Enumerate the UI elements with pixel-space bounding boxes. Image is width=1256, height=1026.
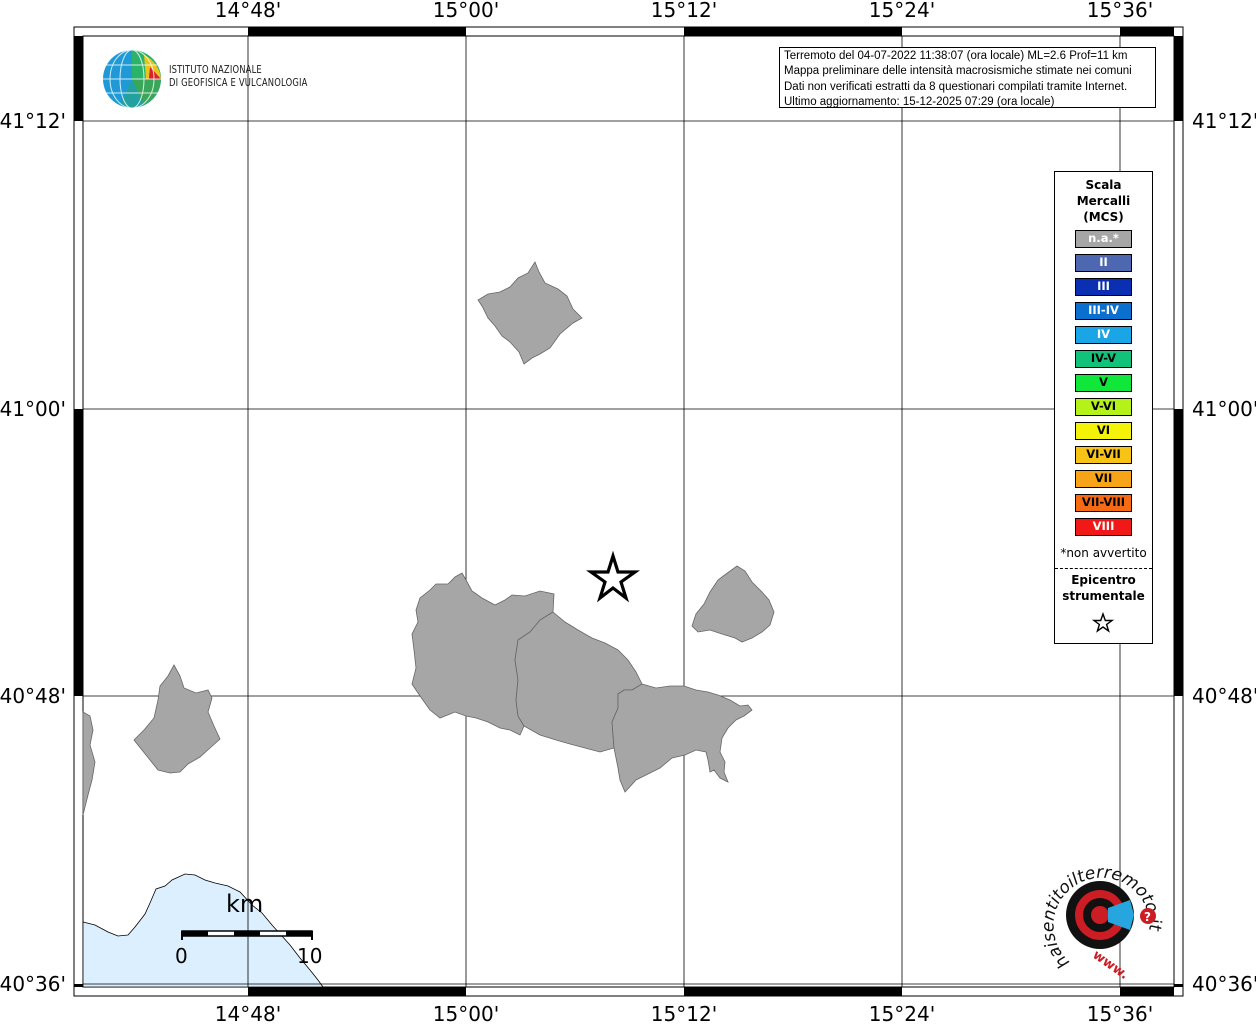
svg-text:?: ? — [1144, 910, 1151, 924]
scale-max-label: 10 — [297, 944, 323, 968]
ingv-name: ISTITUTO NAZIONALE DI GEOFISICA E VULCAN… — [169, 64, 308, 90]
event-info-box: Terremoto del 04-07-2022 11:38:07 (ora l… — [779, 47, 1156, 108]
lon-label-bottom: 14°48' — [214, 1002, 282, 1026]
lat-label-left: 41°00' — [0, 397, 66, 421]
ingv-name-line1: ISTITUTO NAZIONALE — [169, 64, 262, 76]
scale-min-label: 0 — [175, 944, 188, 968]
lat-label-left: 40°48' — [0, 684, 66, 708]
legend-swatch: IV-V — [1075, 350, 1132, 368]
legend-epicenter-line1: Epicentro — [1071, 573, 1136, 587]
legend-swatch: VI — [1075, 422, 1132, 440]
island-edge — [82, 711, 96, 816]
legend-swatch: VIII — [1075, 518, 1132, 536]
main-island-east — [611, 683, 753, 793]
lat-label-left: 41°12' — [0, 109, 66, 133]
legend-swatch: VII — [1075, 470, 1132, 488]
legend-swatch: IV — [1075, 326, 1132, 344]
lat-label-left: 40°36' — [0, 972, 66, 996]
legend-star-icon — [1092, 612, 1114, 633]
legend-swatch: III — [1075, 278, 1132, 296]
legend-divider — [1055, 568, 1152, 569]
lat-label-right: 41°12' — [1192, 109, 1256, 133]
legend-swatch: VI-VII — [1075, 446, 1132, 464]
haisentito-logo[interactable]: haisentitoilterremoto.it www. ? — [1030, 850, 1170, 980]
lon-label-bottom: 15°00' — [432, 1002, 500, 1026]
island-west — [133, 664, 221, 774]
event-info-line3: Dati non verificati estratti da 8 questi… — [784, 80, 1128, 93]
legend-swatch: II — [1075, 254, 1132, 272]
lon-label-top: 15°12' — [650, 0, 718, 22]
lon-label-top: 15°36' — [1086, 0, 1154, 22]
island-north — [477, 261, 583, 365]
graticule — [83, 36, 1174, 987]
map-frame-inner — [82, 35, 1175, 988]
lon-label-top: 15°24' — [868, 0, 936, 22]
lon-label-top: 14°48' — [214, 0, 282, 22]
scale-unit: km — [226, 890, 264, 918]
event-info-line1: Terremoto del 04-07-2022 11:38:07 (ora l… — [784, 50, 1128, 62]
legend-title-line1: Scala — [1085, 178, 1122, 192]
land-areas — [82, 261, 775, 816]
legend-note: *non avvertito — [1060, 546, 1147, 560]
lat-label-right: 40°48' — [1192, 684, 1256, 708]
lon-label-top: 15°00' — [432, 0, 500, 22]
ingv-globe-logo — [103, 49, 161, 109]
map-frame-outer — [73, 26, 1184, 997]
legend-epicenter-line2: strumentale — [1062, 589, 1145, 603]
legend-swatch: V — [1075, 374, 1132, 392]
legend-swatch: n.a.* — [1075, 230, 1132, 248]
legend-swatch: VII-VIII — [1075, 494, 1132, 512]
event-info-line2: Mappa preliminare delle intensità macros… — [784, 65, 1132, 78]
legend-title: Scala Mercalli (MCS) — [1055, 177, 1152, 225]
lon-label-bottom: 15°24' — [868, 1002, 936, 1026]
frame-checker — [74, 27, 1183, 996]
legend-swatch: V-VI — [1075, 398, 1132, 416]
lat-label-right: 41°00' — [1192, 397, 1256, 421]
legend-epicenter-label: Epicentro strumentale — [1055, 572, 1152, 604]
epicenter-star[interactable] — [586, 550, 640, 603]
island-east — [691, 565, 775, 643]
lat-label-right: 40°36' — [1192, 972, 1256, 996]
legend-swatch: III-IV — [1075, 302, 1132, 320]
legend-title-line3: (MCS) — [1083, 210, 1124, 224]
legend-title-line2: Mercalli — [1076, 194, 1131, 208]
event-info-line4: Ultimo aggiornamento: 15-12-2025 07:29 (… — [784, 95, 1055, 108]
hst-www-text: www. — [1090, 948, 1131, 980]
ingv-name-line2: DI GEOFISICA E VULCANOLOGIA — [169, 77, 308, 89]
lon-label-bottom: 15°12' — [650, 1002, 718, 1026]
lon-label-bottom: 15°36' — [1086, 1002, 1154, 1026]
intensity-legend: Scala Mercalli (MCS) n.a.* II III III-IV IV I… — [1054, 171, 1153, 644]
